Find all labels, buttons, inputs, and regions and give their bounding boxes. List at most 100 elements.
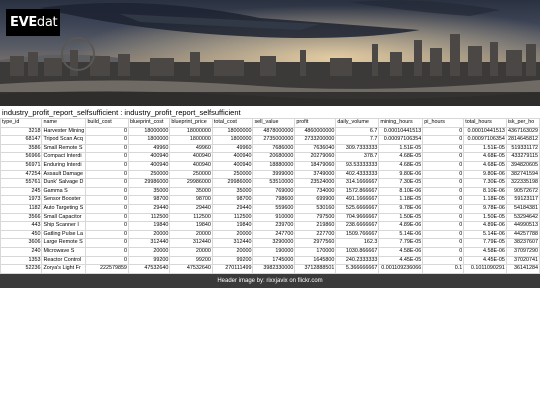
table-cell-type-id: 1182 (0, 203, 43, 214)
table-row[interactable]: 240 Microwave S 0 20000 20000 20000 190000 1700… (0, 246, 540, 257)
table-cell-profit: 23524000 (294, 178, 337, 188)
table-cell-build-cost: 222579859 (85, 264, 129, 274)
table-cell-pi-hours: 0 (422, 229, 465, 240)
table-cell-build-cost: 0 (85, 169, 129, 180)
table-cell-type-id: 3606 (0, 238, 43, 248)
table-row[interactable]: 1973 Sensor Booster 0 98700 98700 98700 798600… (0, 195, 540, 205)
table-row[interactable]: 443 Ship Scanner I 0 19840 19840 19840 239700 2… (0, 221, 540, 231)
column-header-total-cost[interactable]: total_cost (211, 118, 254, 128)
table-cell-total-cost: 98700 (211, 195, 254, 205)
table-cell-pi-hours: 0 (422, 246, 465, 257)
table-cell-build-cost: 0 (85, 229, 129, 240)
table-cell-pi-hours: 0 (422, 186, 465, 197)
table-cell-type-id: 3586 (0, 143, 43, 154)
table-row[interactable]: 68147 Tripod Scan Acq 0 1800000 1800000 18000… (0, 135, 540, 145)
table-cell-mining-hours: 1.51E-05 (378, 143, 424, 154)
table-cell-profit: 797500 (294, 212, 337, 223)
table-cell-build-cost: 0 (85, 221, 129, 231)
table-row[interactable]: 1182 Auto Targeting S 0 29440 29440 29440 5596… (0, 203, 540, 214)
table-cell-daily-volume: 1509.766667 (335, 229, 380, 240)
table-cell-type-id: 68147 (0, 135, 43, 145)
table-cell-build-cost: 0 (85, 178, 129, 188)
table-cell-total-hours: 1.18E-05 (463, 195, 507, 205)
column-header-isk-per-ho[interactable]: isk_per_ho (505, 118, 540, 128)
table-cell-total-hours: 0.00010441513 (463, 126, 507, 137)
table-row[interactable]: 52236 Zorya's Light Fr 222579859 47532640 47… (0, 264, 540, 274)
table-cell-daily-volume: 704.9666667 (335, 212, 380, 223)
table-cell-mining-hours: 4.89E-06 (378, 221, 424, 231)
table-cell-type-id: 52236 (0, 264, 43, 274)
table-row[interactable]: 245 Gamma S 0 35000 35000 35000 769000 734000 15… (0, 186, 540, 197)
table-cell-blueprint-price: 1800000 (169, 135, 213, 145)
table-cell-blueprint-cost: 47532640 (127, 264, 171, 274)
table-row[interactable]: 3218 Harvester Mining 0 18000000 18000000 180… (0, 126, 540, 137)
table-row[interactable]: 56971 Enduring Interdi 0 400940 400940 400940… (0, 160, 540, 171)
column-header-daily-volume[interactable]: daily_volume (335, 118, 380, 128)
column-header-build-cost[interactable]: build_cost (85, 118, 129, 128)
column-header-type-id[interactable]: type_id (0, 118, 43, 128)
table-row[interactable]: 3586 Small Remote S 0 49960 49960 49960 768600… (0, 143, 540, 154)
logo-text: EVE (10, 15, 37, 30)
table-cell-isk-per-ho: 433279115 (505, 152, 540, 162)
column-header-blueprint-cost[interactable]: blueprint_cost (127, 118, 171, 128)
table-cell-blueprint-price: 29986000 (169, 178, 213, 188)
table-cell-pi-hours: 0 (422, 221, 465, 231)
table-cell-sell-value: 798600 (252, 195, 296, 205)
eve-dat-logo[interactable]: EVEdat (6, 9, 60, 36)
table-cell-mining-hours: 8.10E-06 (378, 186, 424, 197)
column-header-mining-hours[interactable]: mining_hours (378, 118, 424, 128)
table-cell-daily-volume: 525.6666667 (335, 203, 380, 214)
table-cell-profit: 20279060 (294, 152, 337, 162)
table-cell-blueprint-cost: 20000 (127, 246, 171, 257)
table-cell-total-cost: 35000 (211, 186, 254, 197)
table-cell-blueprint-price: 49960 (169, 143, 213, 154)
table-cell-total-cost: 270111499 (211, 264, 254, 274)
column-header-total-hours[interactable]: total_hours (463, 118, 507, 128)
table-cell-blueprint-cost: 99200 (127, 255, 171, 266)
table-cell-pi-hours: 0 (422, 135, 465, 145)
table-cell-type-id: 1973 (0, 195, 43, 205)
table-cell-pi-hours: 0 (422, 203, 465, 214)
table-cell-build-cost: 0 (85, 143, 129, 154)
table-cell-profit: 4860000000 (294, 126, 337, 137)
table-cell-name: Ship Scanner I (41, 221, 87, 231)
table-cell-profit: 18479060 (294, 160, 337, 171)
table-cell-build-cost: 0 (85, 212, 129, 223)
table-cell-mining-hours: 4.68E-05 (378, 160, 424, 171)
table-cell-blueprint-price: 112500 (169, 212, 213, 223)
table-cell-name: Assault Damage (41, 169, 87, 180)
table-row[interactable]: 450 Gatling Pulse La 0 20000 20000 20000 24770… (0, 229, 540, 240)
column-header-blueprint-price[interactable]: blueprint_price (169, 118, 213, 128)
column-header-name[interactable]: name (41, 118, 87, 128)
table-cell-profit: 699900 (294, 195, 337, 205)
table-cell-isk-per-ho: 4367163029 (505, 126, 540, 137)
table-cell-profit: 3712888501 (294, 264, 337, 274)
table-cell-daily-volume: 238.6666667 (335, 221, 380, 231)
table-row[interactable]: 1353 Reactor Control 0 99200 99200 99200 17450… (0, 255, 540, 266)
table-cell-blueprint-cost: 312440 (127, 238, 171, 248)
table-cell-blueprint-cost: 20000 (127, 229, 171, 240)
column-header-profit[interactable]: profit (294, 118, 337, 128)
column-header-sell-value[interactable]: sell_value (252, 118, 296, 128)
column-header-pi-hours[interactable]: pi_hours (422, 118, 465, 128)
table-row[interactable]: 56966 Compact Interdi 0 400940 400940 400940 2… (0, 152, 540, 162)
table-cell-blueprint-cost: 400940 (127, 152, 171, 162)
table-cell-mining-hours: 0.001109236066 (378, 264, 424, 274)
table-cell-sell-value: 1745000 (252, 255, 296, 266)
table-cell-type-id: 3218 (0, 126, 43, 137)
table-row[interactable]: 3566 Small Capacitor 0 112500 112500 112500 91… (0, 212, 540, 223)
table-cell-sell-value: 3290000 (252, 238, 296, 248)
table-cell-name: Harvester Mining (41, 126, 87, 137)
table-cell-sell-value: 4878000000 (252, 126, 296, 137)
table-cell-isk-per-ho: 37097290 (505, 246, 540, 257)
table-cell-build-cost: 0 (85, 135, 129, 145)
table-row[interactable]: 3606 Large Remote S 0 312440 312440 312440 329… (0, 238, 540, 248)
table-row[interactable]: 47254 Assault Damage 0 250000 250000 250000 39… (0, 169, 540, 180)
table-cell-name: Gamma S (41, 186, 87, 197)
table-cell-total-hours: 4.68E-05 (463, 160, 507, 171)
table-cell-profit: 734000 (294, 186, 337, 197)
table-row[interactable]: 55761 Dunk' Salvage D 0 29986000 29986000 299… (0, 178, 540, 188)
table-cell-blueprint-cost: 98700 (127, 195, 171, 205)
table-cell-type-id: 1353 (0, 255, 43, 266)
results-table-container[interactable]: type_id name build_cost blueprint_cost bluep… (0, 118, 540, 274)
